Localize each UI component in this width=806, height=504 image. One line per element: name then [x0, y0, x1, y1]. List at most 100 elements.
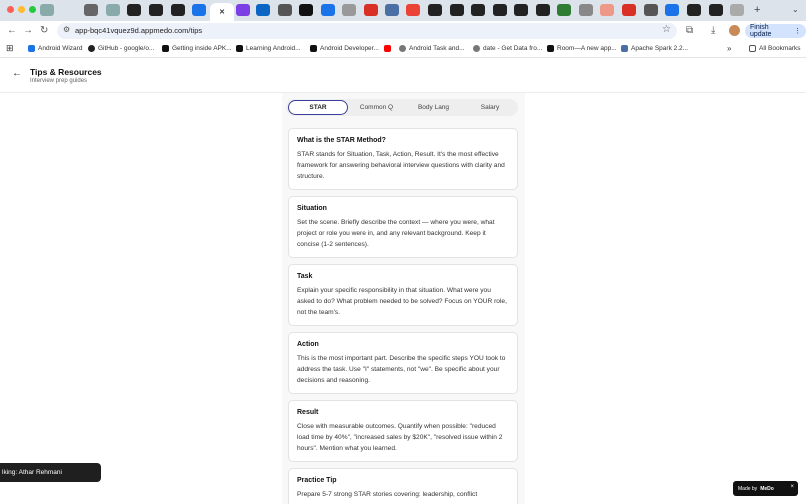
globe-icon [473, 45, 480, 52]
bookmark-label: GitHub - google/o... [98, 45, 155, 52]
browser-tab[interactable] [385, 4, 399, 16]
forward-arrow-icon[interactable]: → [23, 25, 33, 36]
app-header: ← Tips & Resources Interview prep guides [0, 58, 806, 93]
bookmark-item[interactable]: Android Wizard [28, 45, 82, 52]
bookmark-item[interactable]: Android Developer... [310, 45, 379, 52]
browser-tab[interactable] [321, 4, 335, 16]
tab-common-q[interactable]: Common Q [348, 100, 405, 115]
card-body: Prepare 5-7 strong STAR stories covering… [297, 491, 478, 498]
back-arrow-icon[interactable]: ← [7, 25, 17, 36]
browser-tab[interactable] [299, 4, 313, 16]
bookmark-item[interactable]: Room—A new app... [547, 45, 617, 52]
tip-card-practice: Practice Tip Prepare 5-7 strong STAR sto… [288, 468, 518, 504]
browser-tab[interactable] [493, 4, 507, 16]
back-arrow-icon[interactable]: ← [12, 68, 22, 79]
browser-tab[interactable] [450, 4, 464, 16]
made-by-badge[interactable]: Made by MeDo × [733, 481, 798, 496]
card-title: Action [297, 341, 319, 348]
finish-update-button[interactable]: Finish update ⋮ [745, 24, 806, 38]
tip-card-result: Result Close with measurable outcomes. Q… [288, 400, 518, 462]
tip-card-action: Action This is the most important part. … [288, 332, 518, 394]
tip-card-star-method: What is the STAR Method? STAR stands for… [288, 128, 518, 190]
browser-tab[interactable] [709, 4, 723, 16]
browser-tab[interactable] [342, 4, 356, 16]
tip-card-situation: Situation Set the scene. Briefly describ… [288, 196, 518, 258]
bookmark-item[interactable]: Learning Android... [236, 45, 301, 52]
browser-tab[interactable] [471, 4, 485, 16]
browser-tab-active[interactable]: ✕ [210, 3, 234, 21]
bookmark-item[interactable]: Android Task and... [399, 45, 465, 52]
medium-icon [310, 45, 317, 52]
browser-tab[interactable] [40, 4, 54, 16]
close-tab-icon[interactable]: ✕ [219, 8, 225, 16]
tips-content: STAR Common Q Body Lang Salary What is t… [282, 93, 525, 504]
browser-tab[interactable] [127, 4, 141, 16]
browser-tab[interactable] [149, 4, 163, 16]
browser-tab[interactable] [536, 4, 550, 16]
tip-card-task: Task Explain your specific responsibilit… [288, 264, 518, 326]
browser-tab[interactable] [406, 4, 420, 16]
browser-tab[interactable] [236, 4, 250, 16]
folder-icon [749, 45, 756, 52]
close-window-button[interactable] [7, 6, 14, 13]
card-body: Explain your specific responsibility in … [297, 287, 507, 316]
browser-tab[interactable] [256, 4, 270, 16]
bookmark-item[interactable] [384, 45, 391, 52]
extensions-icon[interactable]: ⧉ [686, 25, 693, 36]
card-title: Situation [297, 205, 327, 212]
web-page: ← Tips & Resources Interview prep guides… [0, 58, 806, 504]
browser-tab[interactable] [730, 4, 744, 16]
card-body: This is the most important part. Describ… [297, 355, 506, 384]
tab-star[interactable]: STAR [288, 100, 348, 115]
browser-tab[interactable] [364, 4, 378, 16]
medium-icon [162, 45, 169, 52]
browser-tab-strip: ✕ + ⌄ [0, 0, 806, 21]
speaking-toast: lking: Athar Rehmani [0, 463, 101, 482]
browser-tab[interactable] [514, 4, 528, 16]
finish-update-label: Finish update [750, 24, 772, 38]
bookmark-item[interactable]: GitHub - google/o... [88, 45, 154, 52]
apps-grid-icon[interactable]: ⊞ [6, 43, 14, 54]
browser-tab[interactable] [687, 4, 701, 16]
all-bookmarks-button[interactable]: All Bookmarks [749, 45, 801, 52]
download-icon[interactable]: ⤓ [711, 25, 715, 36]
bookmark-label: Room—A new app... [557, 45, 617, 52]
browser-tab[interactable] [665, 4, 679, 16]
bookmark-item[interactable]: Apache Spark 2.2... [621, 45, 688, 52]
browser-tab[interactable] [644, 4, 658, 16]
browser-tab[interactable] [106, 4, 120, 16]
reload-icon[interactable]: ↻ [40, 25, 48, 36]
close-badge-icon[interactable]: × [790, 484, 794, 490]
browser-tab[interactable] [557, 4, 571, 16]
medium-icon [547, 45, 554, 52]
tab-salary[interactable]: Salary [462, 100, 518, 115]
browser-tab[interactable] [278, 4, 292, 16]
browser-tab[interactable] [579, 4, 593, 16]
maximize-window-button[interactable] [29, 6, 36, 13]
more-bookmarks-icon[interactable]: » [727, 44, 731, 53]
url-text[interactable]: app-bqc41vquez9d.appmedo.com/tips [75, 26, 202, 35]
tab-search-chevron-icon[interactable]: ⌄ [792, 5, 799, 14]
browser-tab[interactable] [192, 4, 206, 16]
site-info-icon[interactable]: ⚙ [63, 25, 70, 34]
bookmark-item[interactable]: date - Get Data fro... [473, 45, 542, 52]
browser-tab[interactable] [622, 4, 636, 16]
minimize-window-button[interactable] [18, 6, 25, 13]
bookmark-star-icon[interactable]: ☆ [662, 24, 671, 35]
browser-tab[interactable] [428, 4, 442, 16]
browser-tab[interactable] [84, 4, 98, 16]
bookmark-item[interactable]: Getting inside APK... [162, 45, 232, 52]
new-tab-icon[interactable]: + [754, 4, 760, 16]
browser-tab[interactable] [600, 4, 614, 16]
tips-tab-bar: STAR Common Q Body Lang Salary [286, 99, 518, 116]
browser-tab[interactable] [171, 4, 185, 16]
bookmark-label: Getting inside APK... [172, 45, 232, 52]
page-subtitle: Interview prep guides [30, 78, 88, 84]
card-body: Set the scene. Briefly describe the cont… [297, 219, 495, 248]
profile-avatar[interactable] [729, 25, 740, 36]
bookmark-label: Apache Spark 2.2... [631, 45, 689, 52]
card-title: Task [297, 273, 313, 280]
tab-body-lang[interactable]: Body Lang [405, 100, 462, 115]
address-bar[interactable]: ⚙ app-bqc41vquez9d.appmedo.com/tips ☆ [57, 23, 677, 39]
more-menu-icon[interactable]: ⋮ [794, 27, 801, 35]
